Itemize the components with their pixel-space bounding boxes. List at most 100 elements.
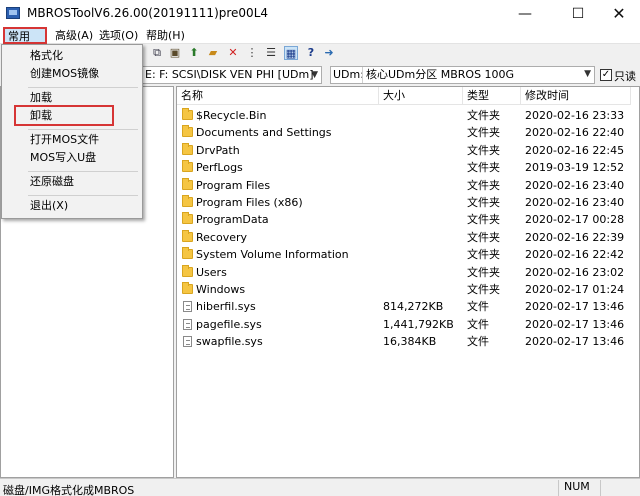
- menu-item-exit[interactable]: 退出(X): [2, 197, 142, 215]
- file-mtime: 2020-02-16 22:42: [525, 246, 624, 263]
- file-list[interactable]: 名称 大小 类型 修改时间 $Recycle.Bin 文件夹 2020-02-16 …: [176, 86, 640, 478]
- menu-separator: [28, 195, 138, 196]
- folder-icon: [182, 284, 193, 294]
- file-mtime: 2020-02-16 22:39: [525, 229, 624, 246]
- file-type: 文件夹: [467, 211, 500, 228]
- column-header-type[interactable]: 类型: [463, 87, 521, 105]
- menu-item-format[interactable]: 格式化: [2, 47, 142, 65]
- title-bar: MBROSToolV6.26.00(20191111)pre00L4 — ☐ ✕: [0, 0, 640, 27]
- file-type: 文件夹: [467, 281, 500, 298]
- folder-icon: [182, 180, 193, 190]
- file-size: 814,272KB: [383, 298, 443, 315]
- table-row[interactable]: System Volume Information 文件夹 2020-02-16 2…: [177, 246, 637, 263]
- table-row[interactable]: Recovery 文件夹 2020-02-16 22:39: [177, 229, 637, 246]
- file-mtime: 2020-02-17 13:46: [525, 333, 624, 350]
- folder-icon: [182, 110, 193, 120]
- file-mtime: 2020-02-16 23:40: [525, 194, 624, 211]
- delete-icon[interactable]: ✕: [226, 46, 240, 60]
- table-row[interactable]: hiberfil.sys814,272KB文件2020-02-17 13:46: [177, 298, 637, 315]
- table-row[interactable]: swapfile.sys16,384KB文件2020-02-17 13:46: [177, 333, 637, 350]
- readonly-label: 只读: [614, 68, 636, 84]
- menu-advanced[interactable]: 高级(A): [53, 28, 95, 43]
- udm-partition-select[interactable]: 核心UDm分区 MBROS 100G ▼: [362, 67, 594, 83]
- common-menu-dropdown: 格式化 创建MOS镜像 加载 卸载 打开MOS文件 MOS写入U盘 还原磁盘 退…: [1, 44, 143, 219]
- udm-partition-value: 核心UDm分区 MBROS 100G: [366, 68, 514, 81]
- file-type: 文件: [467, 333, 489, 350]
- file-type: 文件夹: [467, 229, 500, 246]
- menu-item-create-mos-image[interactable]: 创建MOS镜像: [2, 65, 142, 83]
- file-name: $Recycle.Bin: [196, 107, 266, 124]
- file-mtime: 2020-02-16 22:40: [525, 124, 624, 141]
- paste-icon[interactable]: ▣: [168, 46, 182, 60]
- status-bar: 磁盘/IMG格式化成MBROS NUM: [0, 478, 640, 496]
- num-lock-indicator: NUM: [558, 480, 600, 496]
- file-type: 文件夹: [467, 159, 500, 176]
- disk-select[interactable]: E: F: SCSI\DISK VEN PHI [UDm] ▼: [142, 66, 322, 84]
- table-row[interactable]: Windows文件夹2020-02-17 01:24: [177, 281, 637, 298]
- table-row[interactable]: $Recycle.Bin 文件夹 2020-02-16 23:33: [177, 107, 637, 124]
- file-name: pagefile.sys: [196, 316, 262, 333]
- menu-options[interactable]: 选项(O): [97, 28, 140, 43]
- maximize-button[interactable]: ☐: [555, 0, 601, 27]
- file-name: Program Files (x86): [196, 194, 303, 211]
- file-icon: [183, 301, 192, 312]
- file-name: Documents and Settings: [196, 124, 332, 141]
- folder-icon: [182, 267, 193, 277]
- column-header-mtime[interactable]: 修改时间: [521, 87, 631, 105]
- file-size: 1,441,792KB: [383, 316, 454, 333]
- menu-bar: 常用(N) 高级(A) 选项(O) 帮助(H): [0, 27, 640, 44]
- disk-select-value: E: F: SCSI\DISK VEN PHI [UDm]: [145, 68, 314, 81]
- folder-icon: [182, 214, 193, 224]
- tree-view-icon[interactable]: ⋮: [245, 46, 259, 60]
- open-folder-icon[interactable]: ▰: [206, 46, 220, 60]
- table-row[interactable]: pagefile.sys 1,441,792KB 文件 2020-02-17 13:4…: [177, 316, 637, 333]
- file-mtime: 2019-03-19 12:52: [525, 159, 624, 176]
- table-row[interactable]: Program Files (x86) 文件夹 2020-02-16 23:40: [177, 194, 637, 211]
- table-row[interactable]: PerfLogs 文件夹 2019-03-19 12:52: [177, 159, 637, 176]
- list-view-icon[interactable]: ☰: [264, 46, 278, 60]
- file-name: DrvPath: [196, 142, 240, 159]
- table-row[interactable]: Documents and Settings文件夹2020-02-16 22:4…: [177, 124, 637, 141]
- file-mtime: 2020-02-16 23:33: [525, 107, 624, 124]
- menu-item-mos-write-usb[interactable]: MOS写入U盘: [2, 149, 142, 167]
- close-button[interactable]: ✕: [596, 0, 640, 27]
- help-icon[interactable]: ?: [304, 46, 318, 60]
- file-mtime: 2020-02-17 01:24: [525, 281, 624, 298]
- menu-separator: [28, 171, 138, 172]
- file-name: PerfLogs: [196, 159, 243, 176]
- table-row[interactable]: Users文件夹2020-02-16 23:02: [177, 264, 637, 281]
- menu-help[interactable]: 帮助(H): [144, 28, 187, 43]
- file-size: 16,384KB: [383, 333, 436, 350]
- folder-icon: [182, 162, 193, 172]
- copy-icon[interactable]: ⧉: [150, 46, 164, 60]
- import-icon[interactable]: ⬆: [187, 46, 201, 60]
- table-row[interactable]: ProgramData文件夹2020-02-17 00:28: [177, 211, 637, 228]
- file-type: 文件夹: [467, 107, 500, 124]
- file-type: 文件夹: [467, 194, 500, 211]
- folder-icon: [182, 127, 193, 137]
- file-mtime: 2020-02-17 13:46: [525, 316, 624, 333]
- table-row[interactable]: Program Files文件夹2020-02-16 23:40: [177, 177, 637, 194]
- file-name: hiberfil.sys: [196, 298, 256, 315]
- readonly-checkbox[interactable]: ✓: [600, 69, 612, 81]
- file-type: 文件夹: [467, 264, 500, 281]
- menu-separator: [28, 87, 138, 88]
- table-row[interactable]: DrvPath文件夹2020-02-16 22:45: [177, 142, 637, 159]
- app-icon: [6, 7, 20, 19]
- file-type: 文件: [467, 298, 489, 315]
- file-type: 文件夹: [467, 246, 500, 263]
- column-header-size[interactable]: 大小: [379, 87, 463, 105]
- menu-item-open-mos-file[interactable]: 打开MOS文件: [2, 131, 142, 149]
- menu-common[interactable]: 常用(N): [3, 27, 47, 44]
- details-view-icon[interactable]: ▦: [284, 46, 298, 60]
- exit-icon[interactable]: ➜: [322, 46, 336, 60]
- chevron-down-icon: ▼: [584, 67, 591, 82]
- minimize-button[interactable]: —: [502, 0, 548, 27]
- file-name: Recovery: [196, 229, 247, 246]
- menu-item-restore-disk[interactable]: 还原磁盘: [2, 173, 142, 191]
- file-name: ProgramData: [196, 211, 269, 228]
- file-type: 文件: [467, 316, 489, 333]
- file-name: System Volume Information: [196, 246, 349, 263]
- folder-icon: [182, 197, 193, 207]
- column-header-name[interactable]: 名称: [177, 87, 379, 105]
